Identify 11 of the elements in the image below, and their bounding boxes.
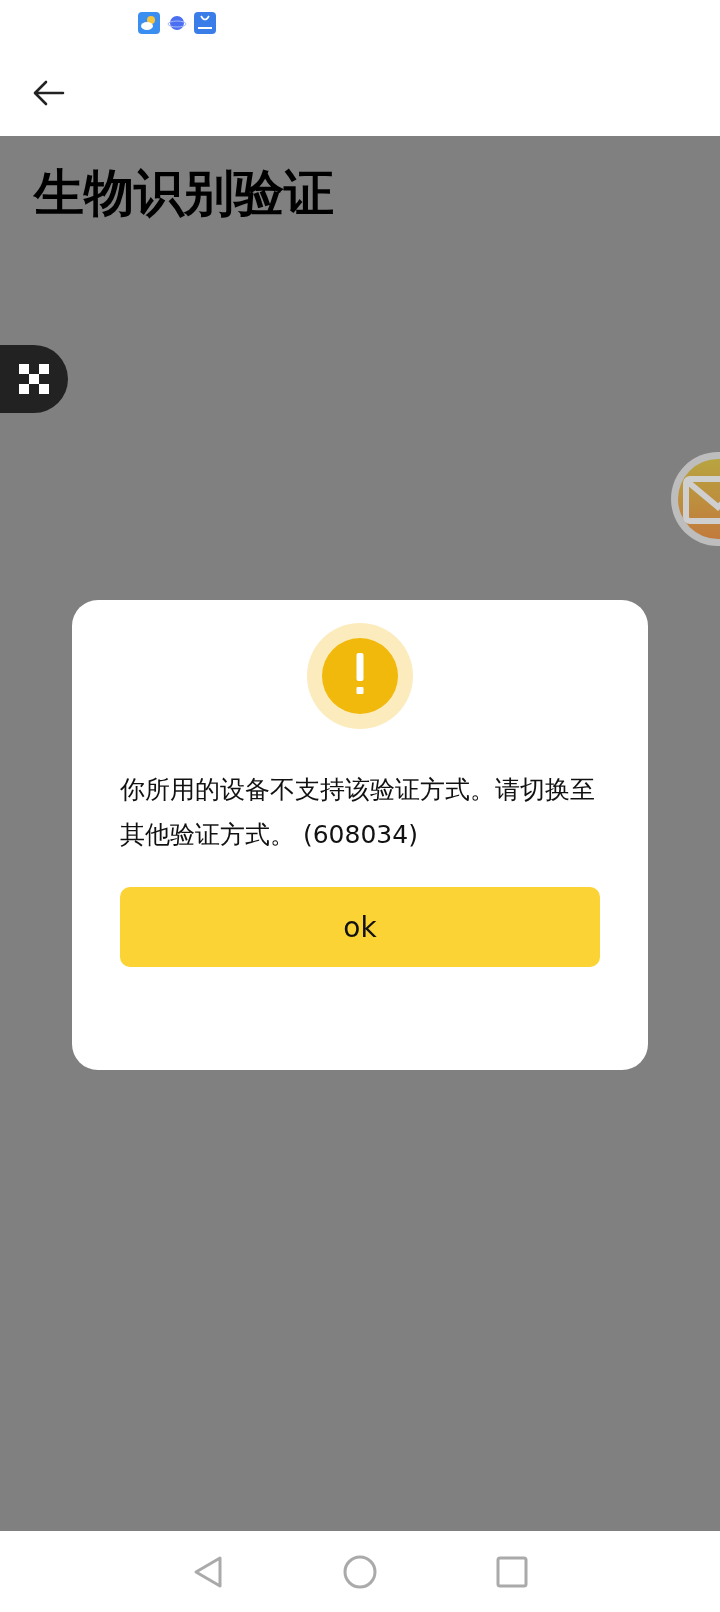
checker-icon xyxy=(19,364,49,394)
ok-button[interactable]: ok xyxy=(120,887,600,967)
shopping-bag-icon xyxy=(194,12,216,34)
back-arrow-icon[interactable] xyxy=(33,80,65,106)
home-circle-icon[interactable] xyxy=(343,1554,377,1589)
floating-tool-button[interactable] xyxy=(0,345,68,413)
dialog-message: 你所用的设备不支持该验证方式。请切换至其他验证方式。 (608034) xyxy=(120,774,596,851)
page-title: 生物识别验证 xyxy=(32,163,335,224)
weather-app-icon xyxy=(138,12,160,34)
recents-square-icon[interactable] xyxy=(495,1554,529,1589)
warning-icon xyxy=(307,623,413,729)
